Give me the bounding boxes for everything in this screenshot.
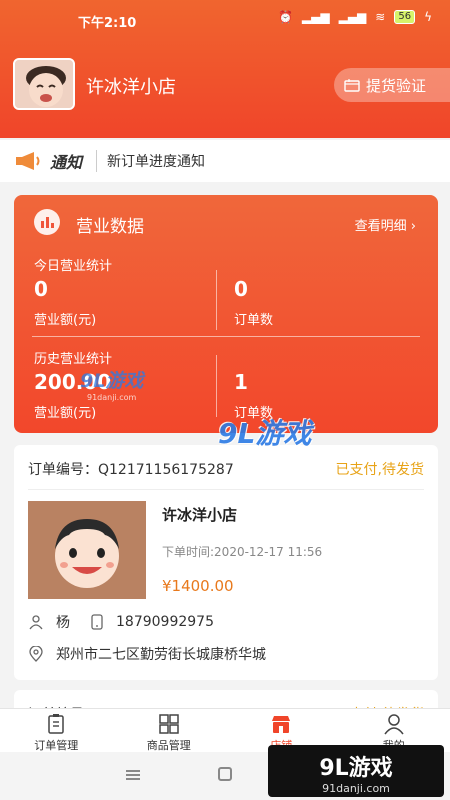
alarm-icon: ⏰ <box>277 10 293 24</box>
order-status: 已支付,待发货 <box>335 462 424 478</box>
history-stats-label: 历史营业统计 <box>34 352 113 367</box>
tab-order-management[interactable]: 订单管理 <box>0 709 113 752</box>
store-header: 下午2:10 ⏰ ▂▄▆ ▂▄▆ ≋ 56 ϟ 许冰洋小店 提货验证 <box>0 0 450 138</box>
tab-product-management-label: 商品管理 <box>146 739 191 752</box>
stats-divider-horizontal <box>32 336 420 337</box>
order-divider <box>28 489 424 490</box>
store-icon <box>272 716 291 733</box>
status-icons: ⏰ ▂▄▆ ▂▄▆ ≋ 56 ϟ <box>278 10 432 24</box>
notice-divider <box>96 150 98 172</box>
charging-icon: ϟ <box>424 10 432 24</box>
stats-divider-vertical <box>216 270 217 330</box>
store-name: 许冰洋小店 <box>86 77 176 98</box>
grid-icon <box>159 714 179 734</box>
stats-divider-vertical-2 <box>216 355 217 417</box>
customer-phone[interactable]: 18790992975 <box>116 614 214 630</box>
watermark-logo-main: 9L游戏 <box>319 756 393 781</box>
home-icon[interactable] <box>218 767 232 781</box>
cartoon-face-icon <box>28 501 146 599</box>
stats-title: 营业数据 <box>76 217 144 237</box>
bar-chart-icon <box>34 209 60 235</box>
ticket-icon <box>344 79 360 92</box>
customer-name: 杨 <box>56 615 70 631</box>
address-row: 郑州市二七区勤劳街长城康桥华城 <box>28 644 266 664</box>
tab-order-management-label: 订单管理 <box>34 739 79 752</box>
order-price: ¥1400.00 <box>162 577 234 595</box>
view-details-link[interactable]: 查看明细 › <box>355 215 416 234</box>
history-orders-value: 1 <box>234 370 248 394</box>
phone-icon <box>91 614 103 630</box>
person-icon <box>29 615 43 630</box>
today-sales-label: 营业额(元) <box>34 313 97 328</box>
notice-text: 新订单进度通知 <box>107 154 206 170</box>
person-icon <box>384 714 404 735</box>
order-number: 订单编号：Q12171156175287 <box>28 462 234 478</box>
order-card[interactable]: 订单编号：Q12171156175287 已支付,待发货 许冰洋小店 下单时间:… <box>14 445 438 680</box>
signal-icon: ▂▄▆ <box>301 10 330 24</box>
customer-row: 杨 18790992975 <box>28 612 214 632</box>
today-sales-value: 0 <box>34 277 48 301</box>
tab-product-management[interactable]: 商品管理 <box>113 709 226 752</box>
location-pin-icon <box>29 646 43 662</box>
notice-title: 通知 <box>50 153 83 172</box>
today-orders-label: 订单数 <box>234 313 274 328</box>
status-bar: 下午2:10 ⏰ ▂▄▆ ▂▄▆ ≋ 56 ϟ <box>0 0 450 40</box>
pickup-verify-label: 提货验证 <box>366 76 427 95</box>
battery-icon: 56 <box>394 10 416 24</box>
watermark-mid: 9L游戏 <box>218 417 312 450</box>
today-orders-value: 0 <box>234 277 248 301</box>
order-store-name: 许冰洋小店 <box>162 506 238 524</box>
watermark-small-main: 9L游戏 <box>80 370 144 392</box>
customer-address: 郑州市二七区勤劳街长城康桥华城 <box>56 647 266 663</box>
business-stats-card: 营业数据 查看明细 › 今日营业统计 0 营业额(元) 0 订单数 历史营业统计… <box>14 195 438 433</box>
signal-icon-2: ▂▄▆ <box>338 10 367 24</box>
baby-face-icon <box>15 60 73 108</box>
avatar[interactable] <box>13 58 75 110</box>
order-time: 下单时间:2020-12-17 11:56 <box>162 545 323 559</box>
watermark-small-site: 91danji.com <box>87 393 137 402</box>
today-stats-label: 今日营业统计 <box>34 259 113 274</box>
pickup-verify-button[interactable]: 提货验证 <box>334 68 450 102</box>
watermark-logo: 9L游戏 91danji.com <box>268 745 444 797</box>
wifi-icon: ≋ <box>375 10 386 24</box>
clipboard-icon <box>48 714 64 734</box>
watermark-small: 9L游戏 91danji.com <box>80 366 143 402</box>
notice-bar[interactable]: 通知 新订单进度通知 <box>0 140 450 182</box>
menu-icon[interactable] <box>126 770 140 780</box>
chevron-right-icon: › <box>410 219 416 234</box>
product-image[interactable] <box>28 501 146 599</box>
history-sales-label: 营业额(元) <box>34 406 97 421</box>
status-time: 下午2:10 <box>78 16 137 31</box>
view-details-label: 查看明细 <box>354 219 407 234</box>
watermark-logo-site: 91danji.com <box>322 782 390 795</box>
megaphone-icon <box>16 152 40 170</box>
